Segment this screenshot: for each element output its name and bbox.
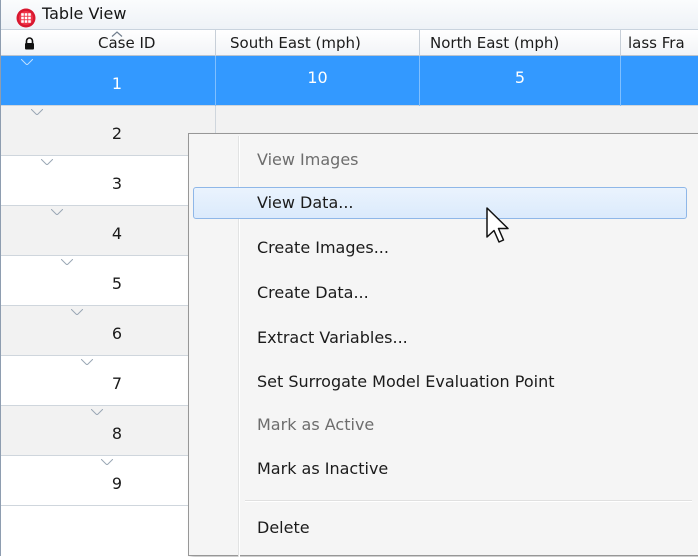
south-east-cell[interactable]: 10 [216,56,420,106]
menu-item-view-data[interactable]: View Data... [193,187,687,219]
case-id-cell[interactable]: 8 [1,406,216,456]
menu-item-label: Mark as Inactive [257,459,389,478]
menu-item-create-images[interactable]: Create Images... [193,232,687,264]
menu-item-extract-variables[interactable]: Extract Variables... [193,322,687,354]
row-marker-icon [81,359,93,365]
context-menu: View Images View Data... Create Images..… [188,133,698,557]
title-bar: Table View [1,0,698,30]
column-header-label: lass Fra [628,34,685,52]
column-header-case-id[interactable]: Case ID [1,30,216,56]
table-header: Case ID South East (mph) North East (mph… [1,30,698,56]
menu-item-create-data[interactable]: Create Data... [193,277,687,309]
row-marker-icon [101,459,113,465]
case-id-cell[interactable]: 9 [1,456,216,506]
case-id-value: 4 [111,224,123,243]
mouse-pointer-icon [486,207,509,243]
south-east-value: 10 [307,68,328,87]
window-title: Table View [42,4,127,23]
menu-item-set-surrogate-model-evaluation-point[interactable]: Set Surrogate Model Evaluation Point [193,366,687,398]
column-header-label: North East (mph) [430,34,560,52]
table-row[interactable]: 1 10 5 [1,56,698,106]
case-id-cell[interactable]: 6 [1,306,216,356]
row-marker-icon [91,409,103,415]
case-id-value: 1 [111,74,123,93]
case-id-value: 7 [111,374,123,393]
row-marker-icon [71,309,83,315]
case-id-value: 3 [111,174,123,193]
case-id-cell[interactable]: 5 [1,256,216,306]
case-id-value: 9 [111,474,123,493]
case-id-cell[interactable]: 4 [1,206,216,256]
column-header-south-east[interactable]: South East (mph) [216,30,420,56]
row-marker-icon [21,59,33,65]
case-id-value: 6 [111,324,123,343]
menu-item-mark-as-inactive[interactable]: Mark as Inactive [193,453,687,485]
menu-item-label: Mark as Active [257,415,375,434]
menu-item-label: View Data... [257,193,354,212]
row-marker-icon [51,209,63,215]
menu-item-label: Delete [257,518,310,537]
column-header-label: Case ID [98,34,156,52]
menu-separator [245,500,692,502]
case-id-value: 5 [111,274,123,293]
menu-item-mark-as-active: Mark as Active [193,409,687,441]
menu-item-label: Extract Variables... [257,328,408,347]
case-id-cell[interactable]: 2 [1,106,216,156]
row-marker-icon [41,159,53,165]
menu-item-label: Create Images... [257,238,389,257]
row-marker-icon [31,109,43,115]
case-id-cell[interactable]: 3 [1,156,216,206]
case-id-value: 2 [111,124,123,143]
menu-item-label: Create Data... [257,283,369,302]
case-id-value: 8 [111,424,123,443]
menu-item-label: View Images [257,150,359,169]
menu-item-delete[interactable]: Delete [193,512,687,544]
lock-icon [25,37,34,50]
north-east-value: 5 [514,68,526,87]
column-header-partial[interactable]: lass Fra [621,30,698,56]
menu-item-view-images: View Images [193,144,687,176]
menu-item-label: Set Surrogate Model Evaluation Point [257,372,555,391]
column-header-north-east[interactable]: North East (mph) [420,30,621,56]
case-id-cell[interactable]: 7 [1,356,216,406]
row-marker-icon [61,259,73,265]
case-id-cell[interactable]: 1 [1,56,216,106]
table-grid-icon [16,8,36,28]
table-view-window: Table View Case ID South East (mph) Nort… [0,0,698,557]
partial-cell[interactable] [621,56,698,106]
column-header-label: South East (mph) [230,34,361,52]
north-east-cell[interactable]: 5 [420,56,621,106]
